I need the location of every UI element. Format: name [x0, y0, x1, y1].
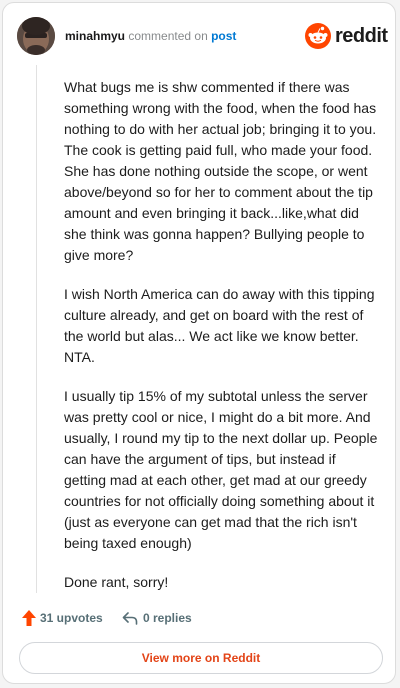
upvote-count: 31 upvotes [40, 611, 103, 625]
comment-header: minahmyu commented on post reddit [17, 16, 388, 56]
comment-paragraph: What bugs me is shw commented if there w… [64, 79, 377, 263]
upvote-arrow-icon [22, 610, 36, 626]
avatar-image [17, 17, 55, 55]
user-avatar[interactable] [17, 17, 55, 55]
reply-count: 0 replies [143, 611, 192, 625]
comment-body: What bugs me is shw commented if there w… [64, 77, 379, 611]
reddit-snoo-icon [305, 23, 331, 49]
reddit-wordmark: reddit [335, 25, 388, 47]
post-link[interactable]: post [211, 29, 236, 43]
reply-arrow-icon [122, 612, 138, 625]
reddit-logo[interactable]: reddit [305, 22, 388, 50]
comment-meta: minahmyu commented on post [65, 28, 236, 44]
view-more-button[interactable]: View more on Reddit [19, 642, 383, 674]
commented-on-text: commented on [128, 29, 208, 43]
comment-paragraph: I wish North America can do away with th… [64, 286, 375, 365]
comment-paragraph: I usually tip 15% of my subtotal unless … [64, 388, 378, 551]
thread-line[interactable] [36, 65, 37, 593]
comment-paragraph: Done rant, sorry! [64, 574, 169, 590]
comment-embed-card: minahmyu commented on post reddit What b… [2, 2, 396, 684]
username-link[interactable]: minahmyu [65, 29, 125, 43]
